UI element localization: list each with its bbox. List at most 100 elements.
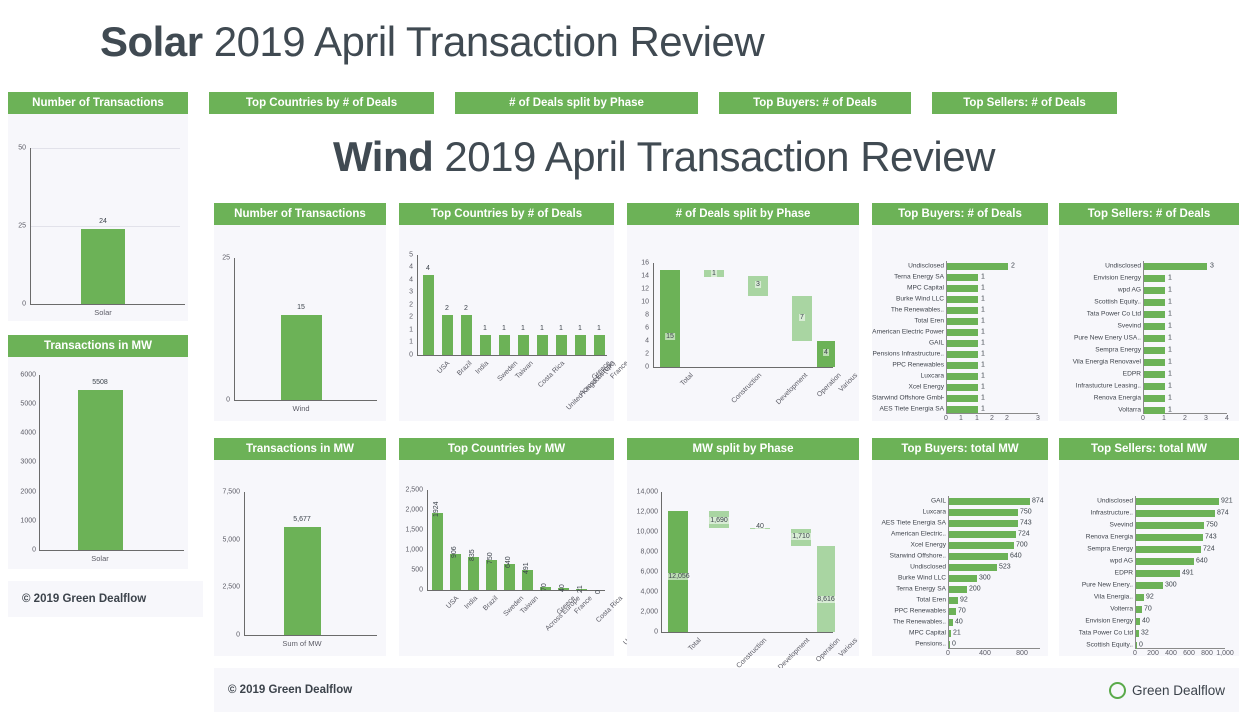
x-category-label: Solar xyxy=(94,308,112,317)
y-tick-label: 0 xyxy=(645,363,649,371)
wind-chart-sellers-deals: 0 1 2 3 4 Undisclosed 3 Envision Energy … xyxy=(1059,225,1239,422)
h-category-label: Renova Energia xyxy=(1093,394,1141,402)
h-bar xyxy=(949,563,997,571)
x-category-label: Sum of MW xyxy=(282,639,322,648)
h-bar xyxy=(1144,262,1207,270)
h-value-label: 750 xyxy=(1020,508,1032,516)
bar-value-label: 1 xyxy=(597,325,601,332)
waterfall-value-label: 7 xyxy=(799,314,805,321)
h-bar xyxy=(947,317,978,325)
wind-chart-mw-phase: 14,000 12,000 10,000 8,000 6,000 4,000 2… xyxy=(627,460,860,672)
wind-panel-title-deals-phase: # of Deals split by Phase xyxy=(627,203,859,225)
h-bar xyxy=(947,394,978,402)
h-value-label: 1 xyxy=(981,383,985,391)
wind-panel-countries-mw: Top Countries by MW 2,500 2,000 1,500 1,… xyxy=(399,438,674,656)
wind-panel-title-buyers-deals: Top Buyers: # of Deals xyxy=(872,203,1048,225)
x-axis xyxy=(417,355,607,356)
bar-value-label: 491 xyxy=(523,562,530,574)
green-dealflow-ring-icon xyxy=(1108,681,1126,699)
bar-value-label: 1 xyxy=(483,325,487,332)
h-value-label: 1 xyxy=(981,405,985,413)
solar-title-bold: Solar xyxy=(100,18,203,65)
tab-deals-split-phase[interactable]: # of Deals split by Phase xyxy=(455,92,698,114)
x-tick-label: 0 xyxy=(946,650,950,657)
y-tick-label: 2,000 xyxy=(405,506,423,514)
h-value-label: 300 xyxy=(1165,581,1177,589)
y-tick-label: 2000 xyxy=(20,488,36,496)
tab-top-sellers-deals[interactable]: Top Sellers: # of Deals xyxy=(932,92,1117,114)
bar-value-label: 5,677 xyxy=(293,516,311,523)
x-tick-label: 1 xyxy=(975,415,979,422)
h-category-label: Xcel Energy xyxy=(910,541,946,549)
tab-top-countries-deals[interactable]: Top Countries by # of Deals xyxy=(209,92,434,114)
h-category-label: Undisclosed xyxy=(1105,262,1141,270)
h-value-label: 32 xyxy=(1141,629,1149,637)
x-tick-label: 2 xyxy=(1183,415,1187,422)
wind-panel-sellers-mw: Top Sellers: total MW 0 200 400 600 800 … xyxy=(1059,438,1239,657)
h-bar xyxy=(947,339,978,347)
h-category-label: Svevind xyxy=(1117,322,1141,330)
bar-value-label: 906 xyxy=(451,546,458,558)
h-bar xyxy=(947,262,1008,270)
h-category-label: Sempra Energy xyxy=(1095,346,1141,354)
h-value-label: 3 xyxy=(1210,262,1214,270)
x-tick-label: 0 xyxy=(1133,650,1137,657)
x-tick-label: 1,000 xyxy=(1216,650,1234,657)
h-value-label: 724 xyxy=(1018,530,1030,538)
bar-value-label: 40 xyxy=(559,584,566,592)
h-category-label: EDPR xyxy=(1122,370,1141,378)
h-bar xyxy=(1136,521,1204,529)
waterfall-value-label: 1 xyxy=(711,270,717,277)
waterfall-value-label: 8,616 xyxy=(816,596,836,603)
x-tick-label: 200 xyxy=(1147,650,1159,657)
h-bar xyxy=(1136,569,1180,577)
x-category-label: Operation xyxy=(816,372,843,399)
solar-panel-number-of-transactions: Number of Transactions 50 25 0 24 Solar xyxy=(8,92,188,321)
h-bar xyxy=(1136,641,1137,649)
bar-value-label: 1 xyxy=(578,325,582,332)
h-bar xyxy=(1144,286,1165,294)
h-value-label: 1 xyxy=(981,284,985,292)
h-value-label: 300 xyxy=(979,574,991,582)
h-bar xyxy=(947,306,978,314)
y-tick-label: 3000 xyxy=(20,458,36,466)
h-value-label: 750 xyxy=(1206,521,1218,529)
h-bar xyxy=(1136,605,1142,613)
bar-value-label: 2 xyxy=(445,305,449,312)
x-category-label: Total xyxy=(687,637,703,653)
wind-panel-countries-deals: Top Countries by # of Deals 5 4 4 3 2 2 … xyxy=(399,203,630,421)
x-axis xyxy=(653,367,833,368)
y-tick-label: 10 xyxy=(641,298,649,306)
h-value-label: 1 xyxy=(981,339,985,347)
wind-footer: © 2019 Green Dealflow Green Dealflow xyxy=(214,668,1239,712)
h-category-label: Tata Power Co Ltd xyxy=(1078,629,1133,637)
waterfall-value-label: 1,690 xyxy=(709,517,729,524)
h-bar xyxy=(1144,382,1165,390)
h-value-label: 1 xyxy=(981,317,985,325)
h-value-label: 1 xyxy=(1168,358,1172,366)
h-bar xyxy=(1144,298,1165,306)
bar-value-label: 0 xyxy=(595,590,602,594)
h-bar xyxy=(947,405,978,413)
x-category-label: Brazil xyxy=(482,595,500,613)
h-category-label: Total Eren xyxy=(914,317,944,325)
y-tick-label: 4 xyxy=(645,337,649,345)
h-category-label: Infrastructure.. xyxy=(1090,509,1133,517)
h-bar xyxy=(949,574,977,582)
tab-top-buyers-deals[interactable]: Top Buyers: # of Deals xyxy=(719,92,911,114)
solar-panel-transactions-mw: Transactions in MW 6000 5000 4000 3000 2… xyxy=(8,335,188,569)
h-category-label: PPC Renewables xyxy=(894,607,946,615)
y-tick-label: 2,500 xyxy=(222,583,240,591)
h-value-label: 724 xyxy=(1203,545,1215,553)
h-bar xyxy=(949,607,956,615)
h-bar xyxy=(1136,581,1163,589)
waterfall-value-label: 1,710 xyxy=(791,533,811,540)
h-value-label: 92 xyxy=(1146,593,1154,601)
solar-chart-transactions: 50 25 0 24 Solar xyxy=(8,114,188,321)
y-tick-label: 6,000 xyxy=(640,568,658,576)
h-value-label: 1 xyxy=(981,372,985,380)
h-category-label: AES Tiete Energia SA xyxy=(881,519,946,527)
bar-solar xyxy=(81,229,125,304)
h-category-label: PPC Renewables xyxy=(892,361,944,369)
h-value-label: 1 xyxy=(1168,298,1172,306)
